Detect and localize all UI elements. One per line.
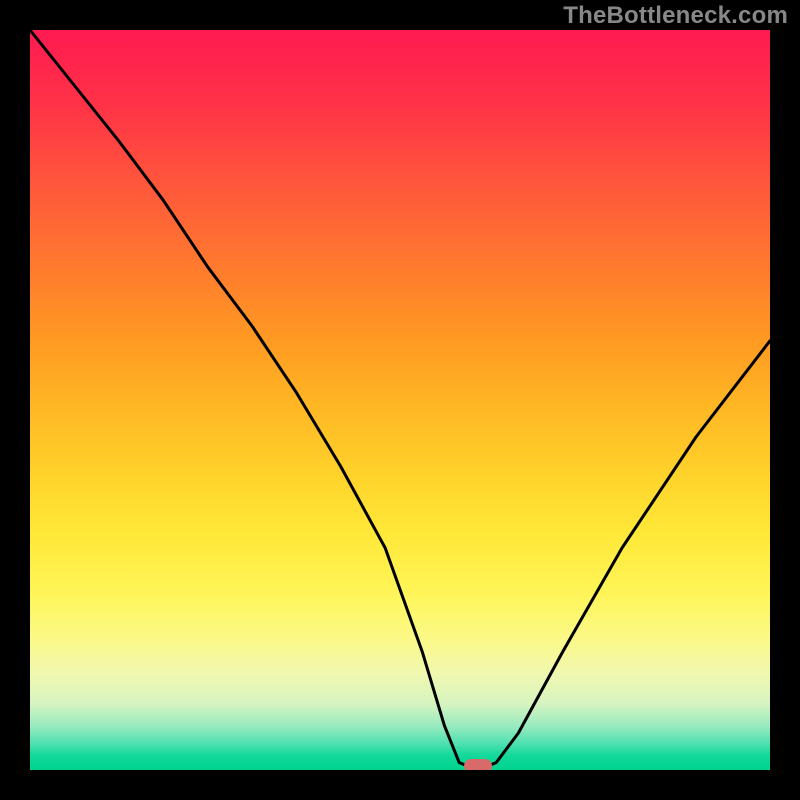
plot-area xyxy=(30,30,770,770)
watermark-text: TheBottleneck.com xyxy=(563,2,788,30)
bottleneck-curve xyxy=(30,30,770,770)
curve-svg xyxy=(30,30,770,770)
optimal-point-marker xyxy=(464,759,492,770)
chart-frame: TheBottleneck.com xyxy=(0,0,800,800)
